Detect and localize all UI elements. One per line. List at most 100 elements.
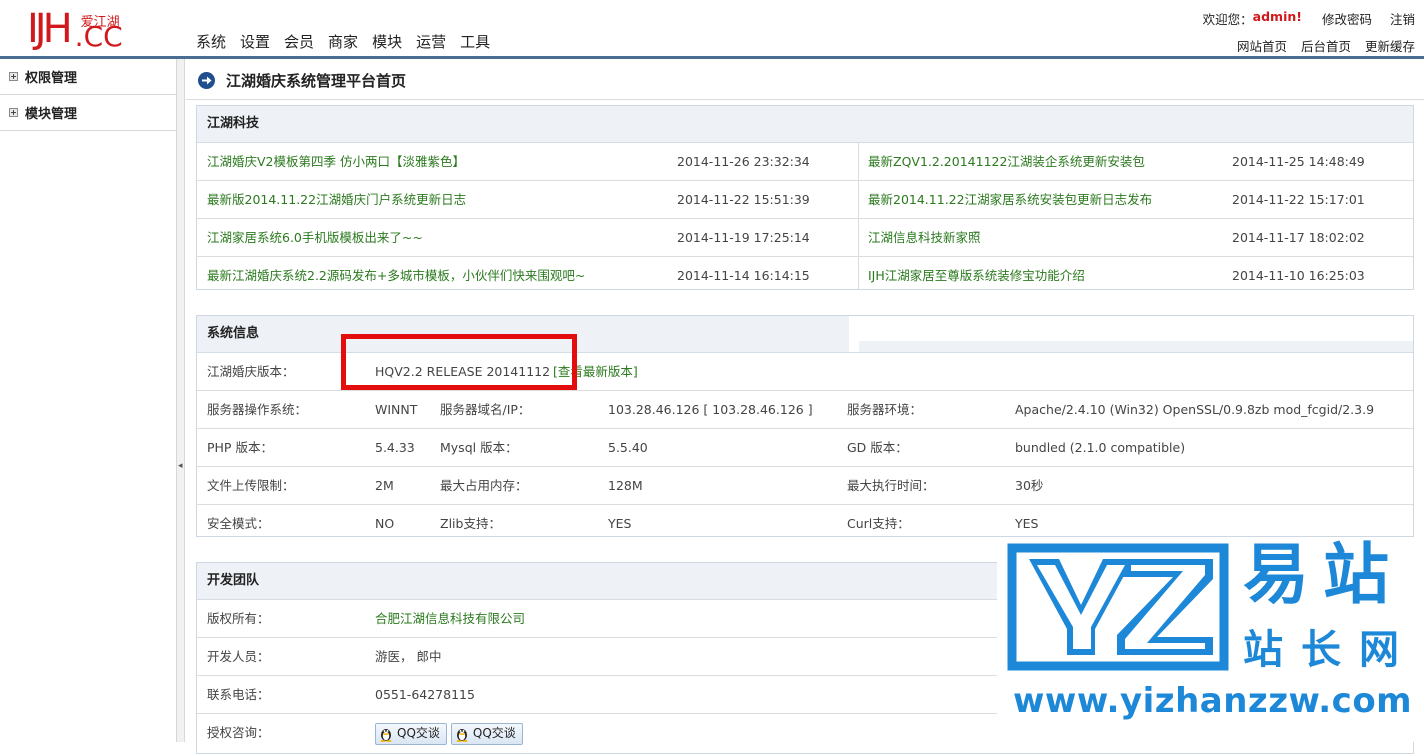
info-label: 授权咨询： — [207, 725, 270, 740]
info-label: 联系电话： — [207, 687, 270, 702]
news-time: 2014-11-22 15:17:01 — [1232, 192, 1365, 207]
info-value: WINNT — [375, 402, 418, 417]
sidebar-item-label: 模块管理 — [25, 107, 78, 122]
info-value: bundled (2.1.0 compatible) — [1015, 440, 1186, 455]
news-time: 2014-11-10 16:25:03 — [1232, 268, 1365, 283]
sidebar-item-label: 权限管理 — [25, 71, 78, 86]
nav-system[interactable]: 系统 — [196, 31, 226, 52]
info-value: 5.4.33 — [375, 440, 415, 455]
info-label: PHP 版本： — [207, 440, 273, 455]
arrow-right-circle-icon — [198, 72, 215, 89]
yz-logo-icon — [1007, 543, 1229, 671]
info-label: 服务器环境： — [847, 402, 923, 417]
qq-penguin-icon — [456, 728, 468, 742]
nav-merchants[interactable]: 商家 — [328, 31, 358, 52]
watermark-subtitle: 站长网 — [1243, 627, 1417, 673]
info-value: Apache/2.4.10 (Win32) OpenSSL/0.9.8zb mo… — [1015, 402, 1375, 417]
info-label: 最大执行时间： — [847, 478, 935, 493]
nav-modules[interactable]: 模块 — [372, 31, 402, 52]
system-info-row: PHP 版本： 5.4.33 Mysql 版本： 5.5.40 GD 版本： b… — [197, 429, 1413, 467]
system-info-row: 文件上传限制： 2M 最大占用内存： 128M 最大执行时间： 30秒 — [197, 467, 1413, 505]
info-value: YES — [608, 516, 632, 531]
info-value: 128M — [608, 478, 643, 493]
logout-link[interactable]: 注销 — [1390, 9, 1415, 28]
info-value: 2M — [375, 478, 394, 493]
news-time: 2014-11-25 14:48:49 — [1232, 154, 1365, 169]
nav-settings[interactable]: 设置 — [240, 31, 270, 52]
info-label: 版权所有： — [207, 611, 270, 626]
news-time: 2014-11-22 15:51:39 — [677, 192, 810, 207]
info-label: Curl支持： — [847, 516, 910, 531]
change-password-link[interactable]: 修改密码 — [1322, 9, 1372, 28]
watermark-title: 易站 — [1243, 536, 1403, 613]
sidebar-item-modules[interactable]: 模块管理 — [0, 95, 176, 131]
page-title: 江湖婚庆系统管理平台首页 — [226, 72, 407, 90]
qq-penguin-icon — [380, 728, 392, 742]
info-value: 103.28.46.126 [ 103.28.46.126 ] — [608, 402, 813, 417]
system-info-row: 服务器操作系统： WINNT 服务器域名/IP： 103.28.46.126 [… — [197, 391, 1413, 429]
info-label: Mysql 版本： — [440, 440, 518, 455]
logo-right: 爱江湖 .CC — [75, 8, 129, 52]
company-link[interactable]: 合肥江湖信息科技有限公司 — [375, 600, 525, 637]
site-home-link[interactable]: 网站首页 — [1237, 36, 1287, 55]
phone-value: 0551-64278115 — [375, 687, 475, 702]
info-label: 安全模式： — [207, 516, 270, 531]
news-panel: 江湖科技 江湖婚庆V2模板第四季 仿小两口【淡雅紫色】 2014-11-26 2… — [196, 105, 1414, 290]
info-label: Zlib支持： — [440, 516, 501, 531]
welcome-text: 欢迎您： — [1202, 12, 1253, 27]
news-link[interactable]: 江湖信息科技新家照 — [868, 219, 981, 256]
site-logo[interactable]: IJH 爱江湖 .CC — [27, 8, 129, 52]
watermark: 易站 站长网 www.yizhanzzw.com — [997, 537, 1424, 742]
admin-home-link[interactable]: 后台首页 — [1301, 36, 1351, 55]
logo-ij-text: IJH — [27, 6, 73, 52]
news-link[interactable]: IJH江湖家居至尊版系统装修宝功能介绍 — [868, 257, 1085, 294]
info-value: 5.5.40 — [608, 440, 648, 455]
refresh-cache-link[interactable]: 更新缓存 — [1365, 36, 1415, 55]
news-link[interactable]: 最新ZQV1.2.20141122江湖装企系统更新安装包 — [868, 143, 1145, 180]
info-value: 游医， 郎中 — [375, 649, 442, 664]
news-link[interactable]: 江湖家居系统6.0手机版模板出来了~~ — [207, 219, 423, 256]
news-row: 最新江湖婚庆系统2.2源码发布+多城市模板，小伙伴们快来围观吧~ 2014-11… — [197, 257, 1413, 294]
info-label: 开发人员： — [207, 649, 270, 664]
news-row: 最新版2014.11.22江湖婚庆门户系统更新日志 2014-11-22 15:… — [197, 181, 1413, 219]
news-panel-title: 江湖科技 — [197, 106, 1413, 143]
user-bar: 欢迎您： admin! 修改密码 注销 — [1203, 9, 1415, 28]
logo-cc-text: .CC — [74, 20, 123, 53]
info-label: 服务器域名/IP： — [440, 402, 531, 417]
news-link[interactable]: 最新版2014.11.22江湖婚庆门户系统更新日志 — [207, 181, 466, 218]
news-link[interactable]: 江湖婚庆V2模板第四季 仿小两口【淡雅紫色】 — [207, 143, 465, 180]
news-time: 2014-11-14 16:14:15 — [677, 268, 810, 283]
sidebar-item-permissions[interactable]: 权限管理 — [0, 59, 176, 95]
expand-icon — [9, 108, 18, 117]
watermark-url: www.yizhanzzw.com — [1013, 681, 1413, 721]
page-title-bar: 江湖婚庆系统管理平台首页 — [186, 59, 1424, 100]
main-nav: 系统 设置 会员 商家 模块 运营 工具 — [196, 31, 504, 52]
collapse-arrow-icon[interactable]: ◂ — [178, 461, 183, 471]
nav-members[interactable]: 会员 — [284, 31, 314, 52]
sidebar: 权限管理 模块管理 — [0, 59, 177, 742]
qq-chat-button[interactable]: QQ交谈 — [450, 722, 523, 745]
qq-chat-label: QQ交谈 — [472, 726, 516, 740]
quick-links: 网站首页 后台首页 更新缓存 — [1237, 36, 1415, 55]
nav-tools[interactable]: 工具 — [460, 31, 490, 52]
info-value: NO — [375, 516, 395, 531]
qq-buttons: QQ交谈 QQ交谈 — [375, 714, 527, 751]
news-time: 2014-11-19 17:25:14 — [677, 230, 810, 245]
sidebar-splitter[interactable]: ◂ — [177, 59, 185, 742]
info-label: 文件上传限制： — [207, 478, 295, 493]
username: admin! — [1252, 9, 1302, 24]
qq-chat-button[interactable]: QQ交谈 — [375, 722, 447, 745]
expand-icon — [9, 72, 18, 81]
highlight-box — [341, 334, 577, 390]
nav-operations[interactable]: 运营 — [416, 31, 446, 52]
news-link[interactable]: 最新2014.11.22江湖家居系统安装包更新日志发布 — [868, 181, 1152, 218]
top-header: IJH 爱江湖 .CC 系统 设置 会员 商家 模块 运营 工具 欢迎您： ad… — [0, 0, 1424, 58]
info-label: 服务器操作系统： — [207, 402, 308, 417]
news-time: 2014-11-26 23:32:34 — [677, 154, 810, 169]
news-link[interactable]: 最新江湖婚庆系统2.2源码发布+多城市模板，小伙伴们快来围观吧~ — [207, 257, 585, 294]
info-label: 最大占用内存： — [440, 478, 528, 493]
news-row: 江湖婚庆V2模板第四季 仿小两口【淡雅紫色】 2014-11-26 23:32:… — [197, 143, 1413, 181]
info-label: GD 版本： — [847, 440, 908, 455]
news-time: 2014-11-17 18:02:02 — [1232, 230, 1365, 245]
qq-chat-label: QQ交谈 — [397, 726, 440, 740]
